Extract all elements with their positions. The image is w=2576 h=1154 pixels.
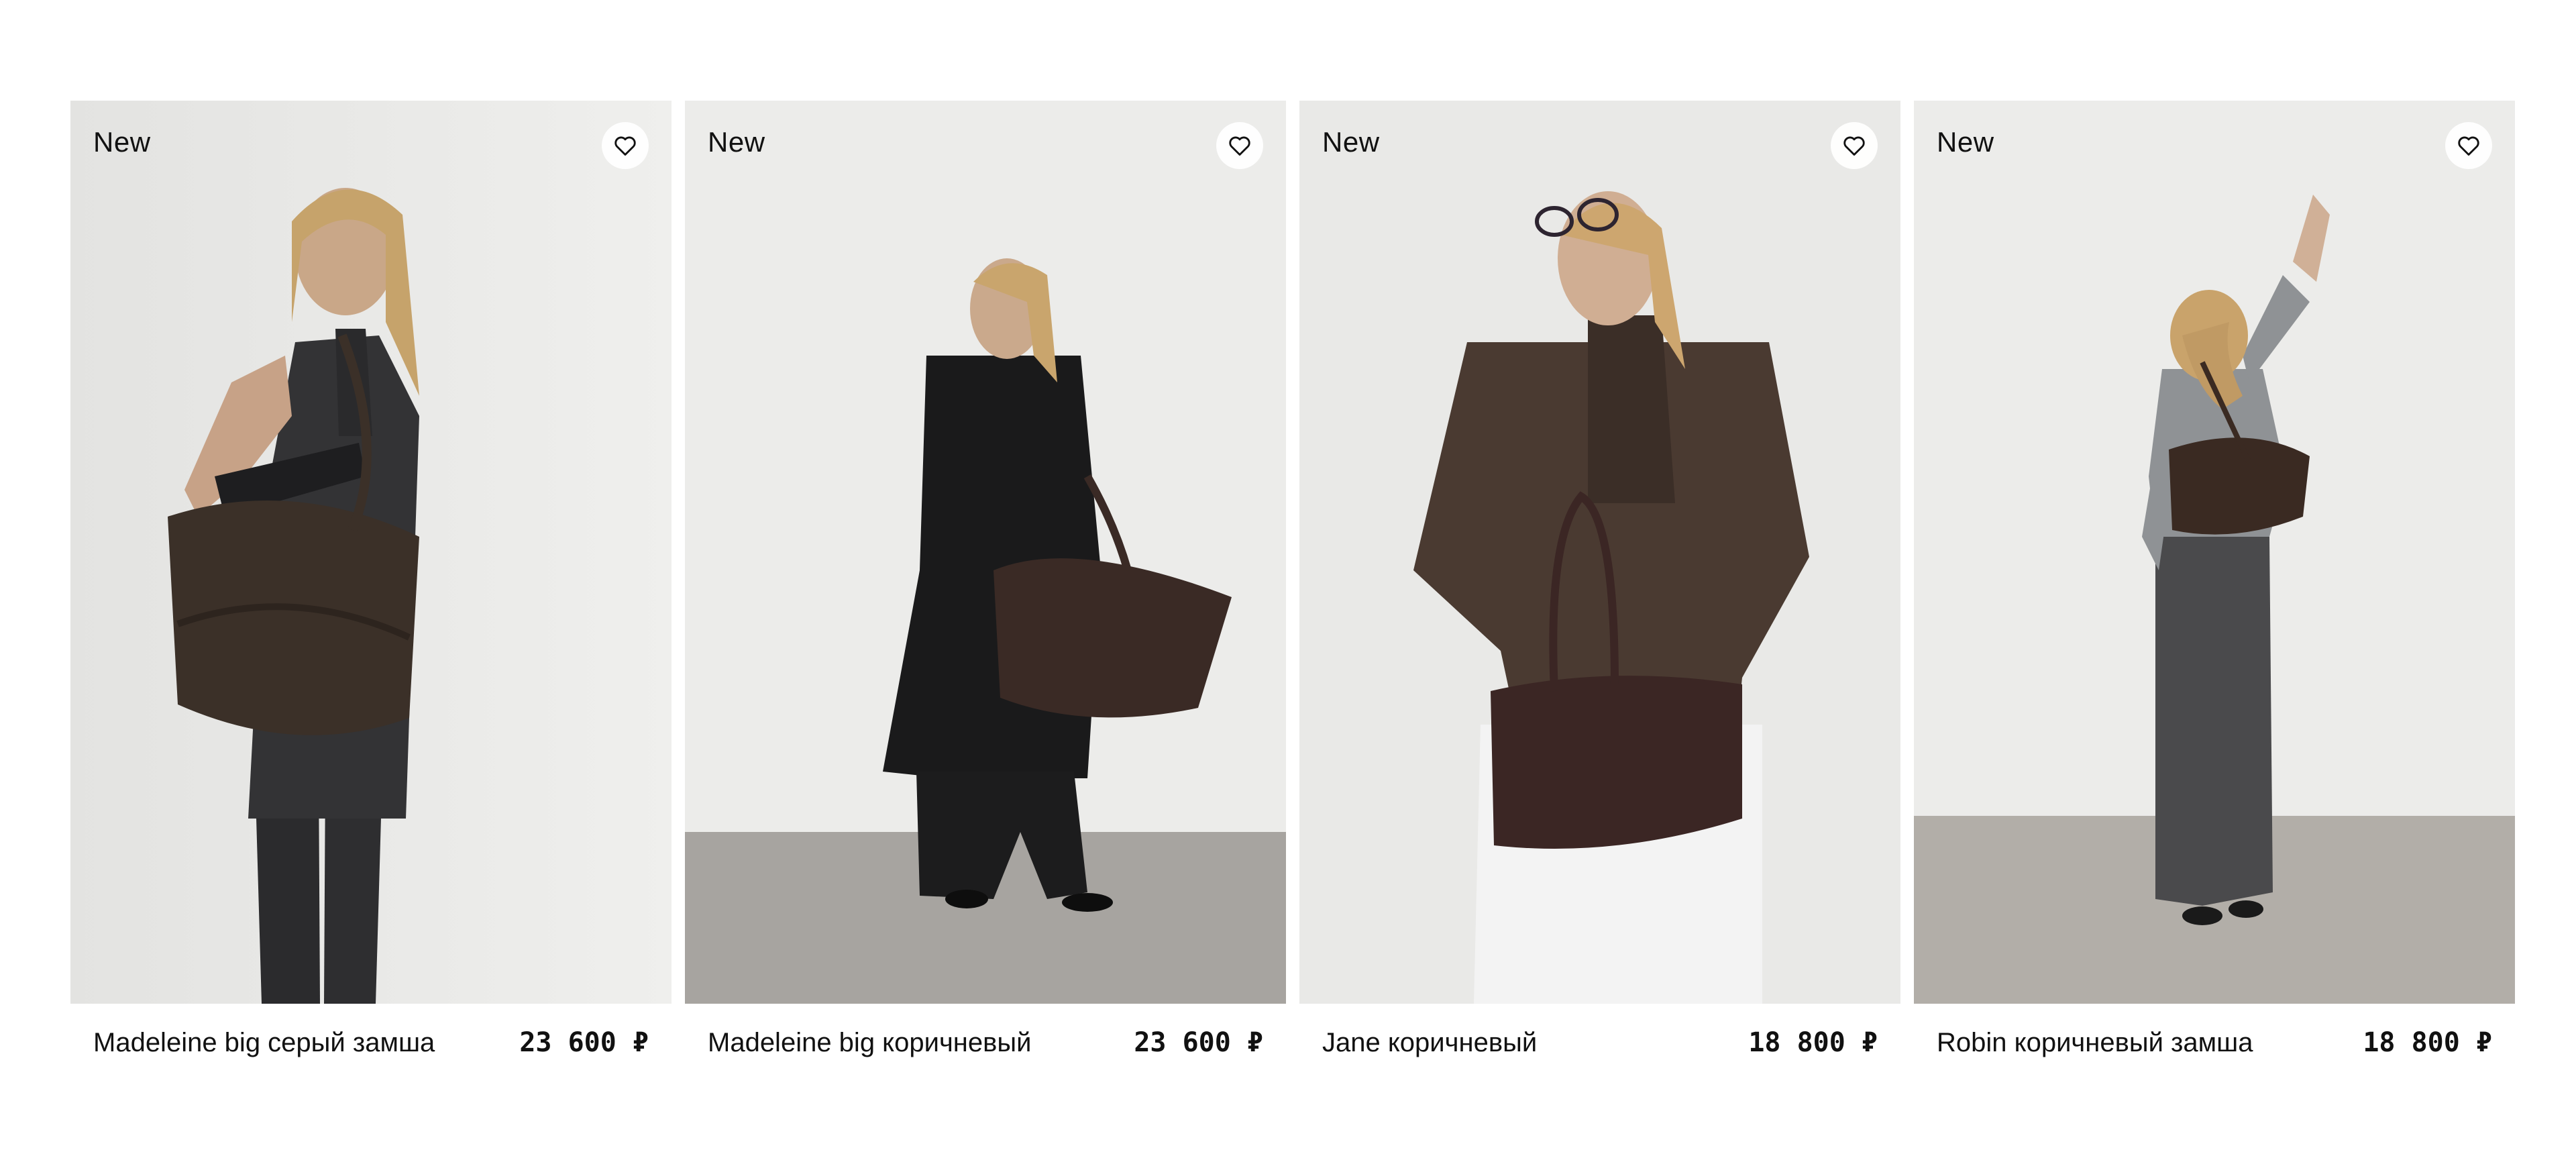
heart-outline-icon — [614, 136, 636, 156]
product-name[interactable]: Jane коричневый — [1322, 1028, 1537, 1058]
product-card[interactable]: New Madeleine big серый замша 23 600 ₽ — [70, 101, 672, 1060]
product-image[interactable]: New — [1914, 101, 2515, 1004]
product-name[interactable]: Madeleine big серый замша — [93, 1028, 435, 1058]
product-grid: New Madeleine big серый замша 23 600 ₽ N… — [70, 101, 2515, 1060]
heart-outline-icon — [2458, 136, 2479, 156]
new-badge: New — [708, 126, 765, 158]
product-price: 18 800 ₽ — [1748, 1027, 1878, 1058]
product-photo-scene — [1914, 101, 2515, 1004]
product-price: 18 800 ₽ — [2363, 1027, 2492, 1058]
product-price: 23 600 ₽ — [519, 1027, 649, 1058]
favorite-button[interactable] — [1216, 122, 1263, 169]
product-image[interactable]: New — [685, 101, 1286, 1004]
product-meta: Madeleine big серый замша 23 600 ₽ — [70, 1025, 672, 1060]
product-name[interactable]: Madeleine big коричневый — [708, 1028, 1031, 1058]
product-card[interactable]: New Madeleine big коричневый 23 600 ₽ — [685, 101, 1286, 1060]
new-badge: New — [1322, 126, 1380, 158]
product-meta: Jane коричневый 18 800 ₽ — [1299, 1025, 1900, 1060]
product-photo-scene — [1299, 101, 1900, 1004]
product-card[interactable]: New Robin коричневый замша 18 800 ₽ — [1914, 101, 2515, 1060]
product-image[interactable]: New — [1299, 101, 1900, 1004]
new-badge: New — [1937, 126, 1994, 158]
favorite-button[interactable] — [2445, 122, 2492, 169]
product-meta: Robin коричневый замша 18 800 ₽ — [1914, 1025, 2515, 1060]
new-badge: New — [93, 126, 151, 158]
product-photo-scene — [70, 101, 672, 1004]
favorite-button[interactable] — [602, 122, 649, 169]
product-name[interactable]: Robin коричневый замша — [1937, 1028, 2253, 1058]
heart-outline-icon — [1843, 136, 1865, 156]
product-photo-scene — [685, 101, 1286, 1004]
favorite-button[interactable] — [1831, 122, 1878, 169]
product-price: 23 600 ₽ — [1134, 1027, 1263, 1058]
product-meta: Madeleine big коричневый 23 600 ₽ — [685, 1025, 1286, 1060]
product-card[interactable]: New Jane коричневый 18 800 ₽ — [1299, 101, 1900, 1060]
product-image[interactable]: New — [70, 101, 672, 1004]
heart-outline-icon — [1229, 136, 1250, 156]
